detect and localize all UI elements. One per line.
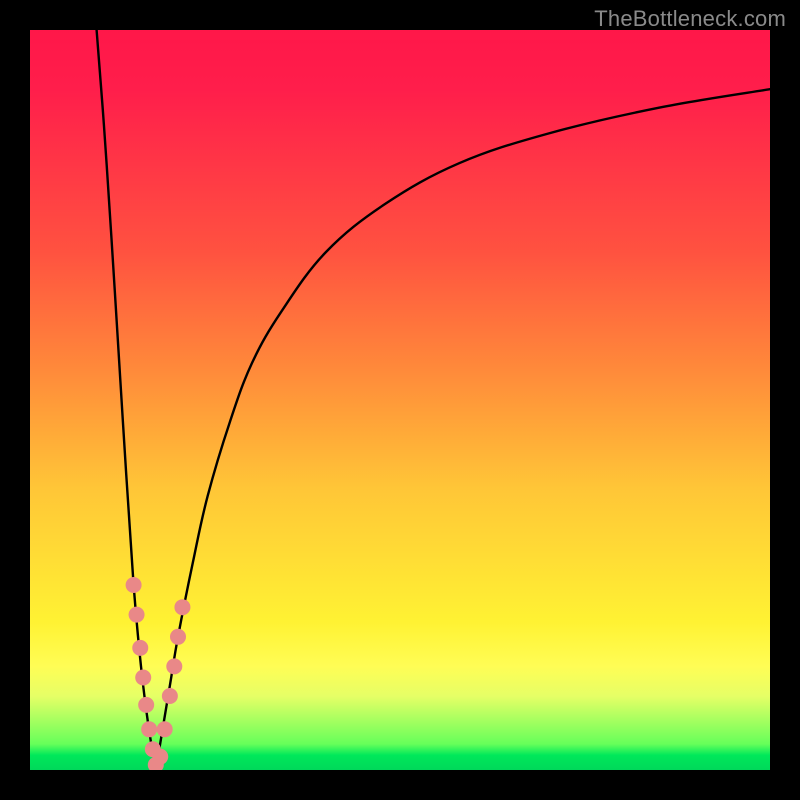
highlight-dot bbox=[162, 688, 178, 704]
highlight-dot bbox=[138, 697, 154, 713]
highlight-dot bbox=[141, 721, 157, 737]
watermark-label: TheBottleneck.com bbox=[594, 6, 786, 32]
plot-area bbox=[30, 30, 770, 770]
highlight-dot bbox=[152, 749, 168, 765]
chart-svg bbox=[30, 30, 770, 770]
highlight-dot bbox=[135, 670, 151, 686]
highlight-dot bbox=[157, 721, 173, 737]
highlight-dot bbox=[129, 607, 145, 623]
highlight-dot bbox=[126, 577, 142, 593]
highlight-dot bbox=[132, 640, 148, 656]
curve-right-branch bbox=[156, 89, 770, 770]
highlight-dot bbox=[174, 599, 190, 615]
curve-left-branch bbox=[97, 30, 156, 770]
highlight-dot bbox=[166, 658, 182, 674]
chart-frame: TheBottleneck.com bbox=[0, 0, 800, 800]
highlight-dot bbox=[170, 629, 186, 645]
